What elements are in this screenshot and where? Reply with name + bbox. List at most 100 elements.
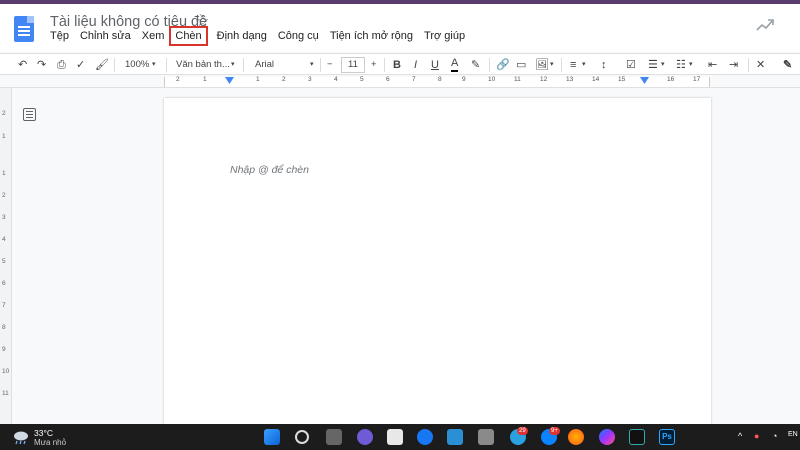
photoshop-icon[interactable]: Ps (659, 429, 675, 445)
zoom-chevron-icon[interactable]: ▾ (152, 57, 156, 73)
numbered-list-icon[interactable]: ☷ (676, 57, 686, 73)
rain-cloud-icon[interactable] (12, 429, 30, 445)
paint-format-icon[interactable]: 🖌 (95, 57, 109, 73)
store-icon[interactable] (478, 429, 494, 445)
undo-icon[interactable]: ↶ (18, 57, 27, 73)
task-view-icon[interactable] (326, 429, 342, 445)
bullet-chevron-icon[interactable]: ▾ (661, 57, 665, 73)
document-title[interactable]: Tài liệu không có tiêu đề (50, 14, 207, 30)
font-size-increase-button[interactable]: + (371, 57, 377, 73)
ruler-mark: 6 (2, 280, 6, 287)
print-icon[interactable]: ⎙ (57, 57, 66, 73)
ruler-mark: 2 (2, 110, 6, 117)
docs-logo-icon[interactable] (14, 16, 34, 42)
ruler-mark: 1 (203, 76, 207, 83)
activity-trend-icon[interactable] (756, 18, 774, 32)
link-icon[interactable]: 🔗 (496, 57, 510, 73)
search-icon[interactable] (295, 430, 309, 444)
ruler-mark: 16 (667, 76, 675, 83)
windows-start-icon[interactable] (264, 429, 280, 445)
font-size-decrease-button[interactable]: − (327, 57, 333, 73)
ruler-mark: 2 (176, 76, 180, 83)
windows-taskbar: 33°C Mưa nhỏ 29 9+ Ps ^ ● ◔ EN (0, 424, 800, 450)
ruler-mark: 11 (2, 390, 9, 397)
font-size-input[interactable]: 11 (341, 57, 365, 73)
menu-extensions[interactable]: Tiện ích mở rộng (329, 29, 414, 43)
vertical-ruler: 2 1 1 2 3 4 5 6 7 8 9 10 11 (0, 88, 12, 424)
clear-formatting-icon[interactable]: ✕ (756, 57, 765, 73)
ruler-mark: 15 (618, 76, 626, 83)
ruler-mark: 17 (693, 76, 701, 83)
facebook-icon[interactable] (417, 429, 433, 445)
messenger-icon[interactable] (599, 429, 615, 445)
text-color-button[interactable]: A (451, 57, 459, 72)
comment-icon[interactable]: ▭ (516, 57, 526, 73)
align-chevron-icon[interactable]: ▾ (582, 57, 586, 73)
align-icon[interactable]: ≡ (570, 57, 576, 73)
document-outline-icon[interactable] (23, 108, 36, 121)
ruler-mark: 13 (566, 76, 574, 83)
ruler-mark: 7 (412, 76, 416, 83)
ruler-mark: 5 (2, 258, 6, 265)
image-chevron-icon[interactable]: ▾ (550, 57, 554, 73)
language-indicator[interactable]: EN (788, 431, 798, 438)
star-icon[interactable]: ☆ (196, 12, 209, 30)
italic-button[interactable]: I (414, 57, 417, 73)
docs-header: Tài liệu không có tiêu đề ☆ (0, 4, 800, 52)
zalo-badge: 9+ (549, 427, 560, 435)
bold-button[interactable]: B (393, 57, 401, 73)
decrease-indent-icon[interactable]: ⇤ (708, 57, 717, 73)
menu-format[interactable]: Định dạng (216, 29, 268, 43)
increase-indent-icon[interactable]: ⇥ (729, 57, 738, 73)
highlight-pen-icon[interactable]: ✎ (471, 57, 480, 73)
editing-mode-icon[interactable]: ✎ (783, 57, 792, 73)
menu-insert[interactable]: Chèn (169, 26, 208, 46)
ruler-mark: 8 (2, 324, 6, 331)
weather-app-icon[interactable] (447, 429, 463, 445)
bulleted-list-icon[interactable]: ☰ (648, 57, 658, 73)
telegram-badge: 29 (517, 427, 528, 435)
chat-icon[interactable] (357, 429, 373, 445)
menu-edit[interactable]: Chỉnh sửa (79, 29, 132, 43)
font-chevron-icon[interactable]: ▾ (310, 57, 314, 73)
underline-button[interactable]: U (431, 57, 439, 73)
ruler-mark: 14 (592, 76, 600, 83)
firefox-icon[interactable] (568, 429, 584, 445)
checklist-icon[interactable]: ☑ (626, 57, 636, 73)
menu-file[interactable]: Tệp (49, 29, 70, 43)
webstorm-icon[interactable] (629, 429, 645, 445)
menu-help[interactable]: Trợ giúp (423, 29, 466, 43)
ruler-mark: 10 (2, 368, 10, 375)
spellcheck-icon[interactable]: ✓ (76, 57, 85, 73)
indent-marker-icon[interactable] (225, 77, 234, 84)
font-select[interactable]: Arial (255, 57, 274, 73)
menu-tools[interactable]: Công cụ (277, 29, 320, 43)
ruler-mark: 4 (334, 76, 338, 83)
ruler-mark: 9 (2, 346, 6, 353)
ruler-mark: 1 (2, 170, 6, 177)
line-spacing-icon[interactable]: ↕ (601, 57, 607, 73)
ruler-mark: 4 (2, 236, 6, 243)
redo-icon[interactable]: ↷ (37, 57, 46, 73)
ruler-mark: 3 (2, 214, 6, 221)
wifi-icon[interactable]: ◔ (772, 431, 777, 441)
number-chevron-icon[interactable]: ▾ (689, 57, 693, 73)
image-icon[interactable]: 🖼 (535, 57, 549, 73)
zoom-select[interactable]: 100% (125, 57, 149, 73)
widgets-icon[interactable] (387, 429, 403, 445)
weather-condition: Mưa nhỏ (34, 438, 67, 447)
insert-placeholder-text: Nhập @ để chèn (230, 164, 309, 176)
tray-chevron-icon[interactable]: ^ (738, 431, 742, 441)
tray-app-icon[interactable]: ● (754, 431, 759, 441)
ruler-mark: 3 (308, 76, 312, 83)
ruler-mark: 6 (386, 76, 390, 83)
style-select[interactable]: Văn bản th... (176, 57, 230, 73)
style-chevron-icon[interactable]: ▾ (231, 57, 235, 73)
ruler-mark: 10 (488, 76, 496, 83)
ruler-mark: 9 (462, 76, 466, 83)
ruler-mark: 5 (360, 76, 364, 83)
document-page[interactable]: Nhập @ để chèn (164, 98, 711, 424)
menu-view[interactable]: Xem (141, 29, 166, 43)
right-indent-marker-icon[interactable] (640, 77, 649, 84)
menu-bar: Tệp Chỉnh sửa Xem Chèn Định dạng Công cụ… (49, 26, 475, 46)
